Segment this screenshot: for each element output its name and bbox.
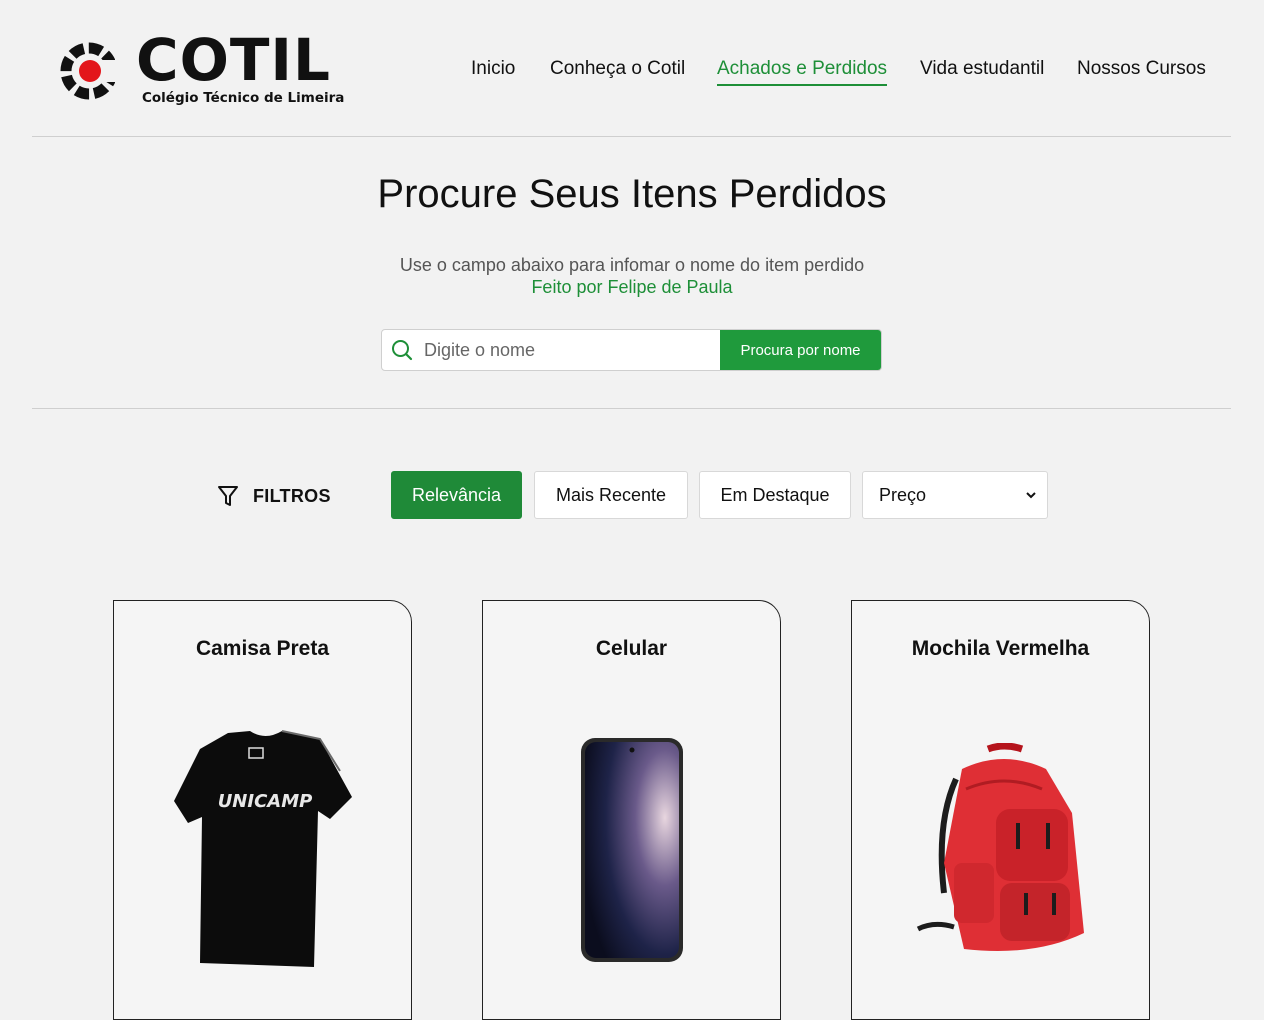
- price-select-value: Preço: [879, 484, 927, 505]
- search-icon: [382, 330, 422, 370]
- filter-icon: [218, 486, 238, 506]
- nav-item-inicio[interactable]: Inicio: [471, 58, 515, 84]
- item-title: Mochila Vermelha: [911, 637, 1090, 660]
- nav-item-achados-perdidos[interactable]: Achados e Perdidos: [717, 58, 888, 86]
- main-nav: Inicio Conheça o Cotil Achados e Perdido…: [32, 58, 1231, 88]
- section-divider: [32, 408, 1231, 409]
- filter-most-recent-button[interactable]: Mais Recente: [534, 471, 688, 519]
- item-title: Celular: [595, 637, 668, 660]
- page-subtitle: Use o campo abaixo para infomar o nome d…: [399, 255, 865, 275]
- smartphone-image: [581, 738, 683, 962]
- price-select[interactable]: Preço: [862, 471, 1048, 519]
- site-header: COTIL Colégio Técnico de Limeira Inicio …: [32, 0, 1231, 137]
- filters-text: FILTROS: [253, 485, 331, 506]
- filter-featured-button[interactable]: Em Destaque: [699, 471, 851, 519]
- red-backpack-image: [916, 743, 1084, 951]
- brand-subtitle: Colégio Técnico de Limeira: [142, 90, 345, 106]
- chevron-down-icon: [1026, 492, 1036, 499]
- filter-relevance-button[interactable]: Relevância: [391, 471, 522, 519]
- nav-item-nossos-cursos[interactable]: Nossos Cursos: [1077, 58, 1206, 84]
- nav-item-conheca-cotil[interactable]: Conheça o Cotil: [550, 58, 685, 84]
- search-bar: Procura por nome: [381, 329, 882, 371]
- black-tshirt-image: UNICAMP: [174, 730, 352, 967]
- nav-item-vida-estudantil[interactable]: Vida estudantil: [920, 58, 1044, 84]
- search-input[interactable]: [422, 330, 720, 370]
- filters-label: FILTROS: [217, 484, 331, 508]
- search-by-name-button[interactable]: Procura por nome: [720, 330, 881, 370]
- item-title: Camisa Preta: [195, 637, 330, 660]
- item-card-mochila[interactable]: Mochila Vermelha: [851, 600, 1150, 1020]
- item-card-camisa[interactable]: Camisa Preta UNICAMP: [113, 600, 412, 1020]
- item-card-celular[interactable]: Celular: [482, 600, 781, 1020]
- author-credit: Feito por Felipe de Paula: [531, 277, 733, 297]
- page-title: Procure Seus Itens Perdidos: [377, 172, 887, 216]
- tshirt-print-text: UNICAMP: [218, 791, 313, 812]
